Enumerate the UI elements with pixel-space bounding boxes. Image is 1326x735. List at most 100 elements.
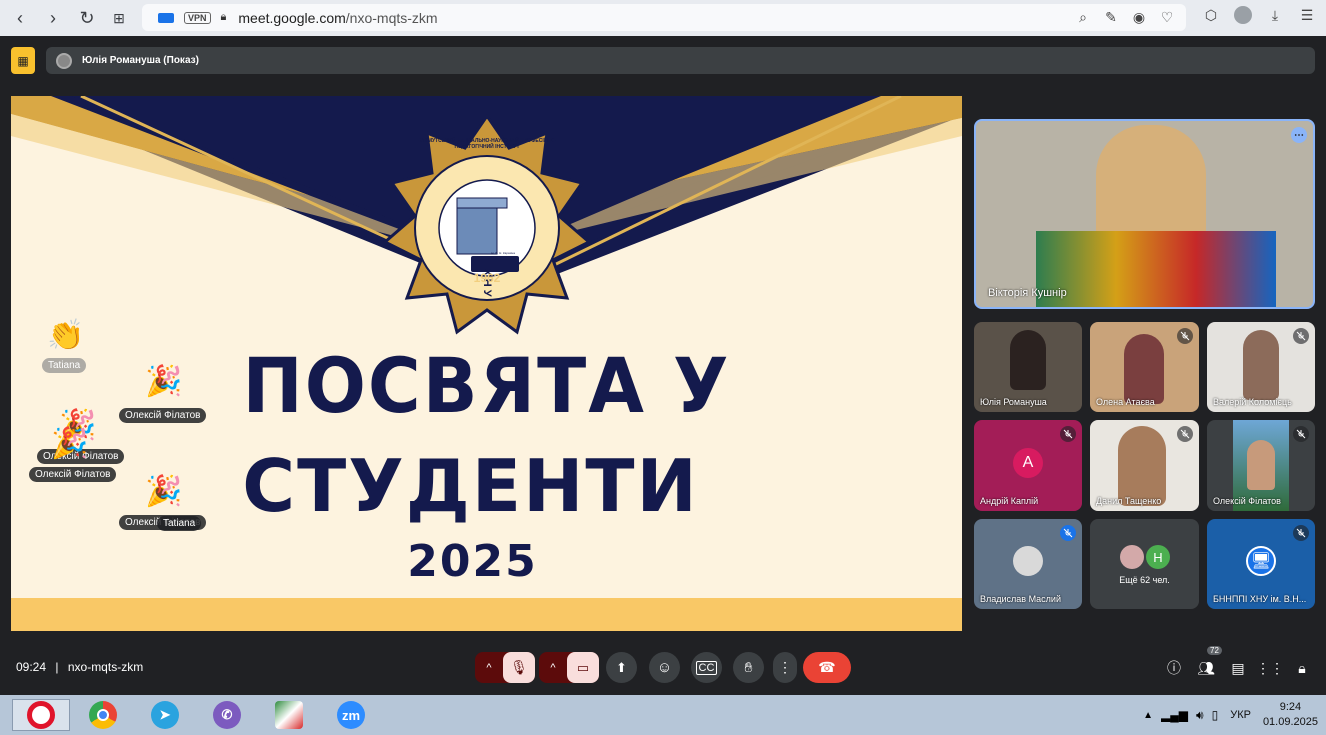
logo-sub: ім. В. Н. Каразіна — [491, 251, 515, 255]
reaction-emoji: 👏 — [47, 319, 85, 352]
lock-icon: 🔒︎ — [220, 11, 227, 23]
keyboard-language[interactable]: УКР — [1230, 709, 1251, 721]
meeting-code: nxo-mqts-zkm — [67, 660, 144, 674]
participant-tile[interactable]: Владислав Маслий — [974, 519, 1082, 609]
participant-tile[interactable]: 🖥︎ БННППІ ХНУ ім. В.Н... — [1207, 519, 1315, 609]
settings-icon[interactable]: ☰ — [1298, 6, 1316, 24]
captions-button[interactable]: CC — [691, 652, 722, 683]
presenter-bar: Юлія Романуша (Показ) — [46, 47, 1315, 74]
mic-off-icon — [1293, 328, 1309, 344]
opera-icon — [27, 701, 55, 729]
participant-tile[interactable]: Валерій Коломієць — [1207, 322, 1315, 412]
app-icon — [275, 701, 303, 729]
edit-icon[interactable]: ✎ — [1102, 8, 1120, 26]
more-options-icon[interactable]: ⋯ — [1291, 127, 1307, 143]
profile-icon[interactable] — [1234, 6, 1252, 24]
camera-options-chevron-icon[interactable]: ^ — [539, 662, 567, 674]
avatar: А — [1013, 447, 1043, 478]
reaction-emoji: 🎉 — [145, 475, 183, 508]
more-participants-label: Ещё 62 чел. — [1119, 575, 1170, 585]
heart-icon[interactable]: ♡ — [1158, 8, 1176, 26]
search-icon[interactable]: ⌕ — [1074, 8, 1092, 26]
slide-year: 2025 — [407, 536, 538, 587]
people-icon[interactable]: 👥︎ — [1197, 660, 1215, 676]
address-bar[interactable]: VPN 🔒︎ meet.google.com/nxo-mqts-zkm ⌕ ✎ … — [142, 4, 1186, 31]
chat-icon[interactable]: ▤ — [1229, 660, 1247, 676]
participant-tile-main[interactable]: ⋯ Вікторія Кушнір — [974, 119, 1315, 309]
mic-off-icon — [1177, 426, 1193, 442]
volume-icon[interactable]: 🔊︎ — [1196, 708, 1204, 723]
reaction-emoji: 🎉 — [51, 427, 89, 460]
url-text[interactable]: meet.google.com/nxo-mqts-zkm — [238, 10, 437, 26]
tabs-grid-icon[interactable]: ⊞ — [104, 3, 134, 33]
meeting-info: 09:24 | nxo-mqts-zkm — [16, 660, 143, 674]
reaction-emoji: 🎉 — [145, 365, 183, 398]
back-icon[interactable]: ‹ — [5, 3, 35, 33]
more-options-button[interactable]: ⋮ — [773, 652, 797, 683]
participant-tile[interactable]: Юлія Романуша — [974, 322, 1082, 412]
participant-name: БННППІ ХНУ ім. В.Н... — [1213, 594, 1307, 604]
participant-name: Данил Тащенко — [1096, 496, 1162, 506]
reactions-button[interactable]: ☺ — [649, 652, 680, 683]
phone-hangup-icon: ☎ — [818, 659, 836, 675]
avatar — [1120, 545, 1144, 569]
participant-name: Олексій Філатов — [1213, 496, 1281, 506]
download-icon[interactable]: ⤓ — [1266, 6, 1284, 24]
avatar — [1013, 546, 1043, 576]
taskbar-app[interactable] — [260, 699, 318, 731]
participant-tile[interactable]: Олена Атаєва — [1090, 322, 1199, 412]
mic-off-icon — [1060, 426, 1076, 442]
reaction-label: Олексій Філатов — [119, 408, 207, 423]
forward-icon[interactable]: › — [38, 3, 68, 33]
emoji-icon: ☺ — [656, 659, 673, 676]
presentation-icon[interactable]: ▦ — [11, 47, 35, 74]
presenter-label: Юлія Романуша (Показ) — [82, 55, 199, 66]
info-icon[interactable]: ⓘ — [1165, 660, 1183, 676]
meeting-time: 09:24 — [16, 660, 47, 674]
mic-off-icon — [1177, 328, 1193, 344]
url-path: /nxo-mqts-zkm — [345, 9, 438, 26]
url-host: meet.google.com — [238, 9, 346, 26]
taskbar-zoom[interactable]: zm — [322, 699, 380, 731]
captions-icon: CC — [695, 660, 718, 675]
participant-name: Олена Атаєва — [1096, 397, 1155, 407]
mic-off-icon — [1293, 525, 1309, 541]
mic-off-button[interactable]: 🎙︎ — [503, 652, 535, 683]
tray-expand-icon[interactable]: ▲ — [1143, 710, 1153, 721]
taskbar-telegram[interactable]: ➤ — [136, 699, 194, 731]
end-call-button[interactable]: ☎ — [803, 652, 851, 683]
hand-icon: ✋︎ — [744, 659, 753, 675]
viber-icon: ✆ — [213, 701, 241, 729]
taskbar-chrome[interactable] — [74, 699, 132, 731]
camera-control-group: ^ ▭ — [539, 652, 599, 683]
host-controls-icon[interactable]: 🔒︎ — [1293, 660, 1311, 676]
taskbar: ➤ ✆ zm ▲ ▂▄▆ 🔊︎ ▯ УКР 9:24 01.09.2025 — [0, 695, 1326, 735]
participant-tile[interactable]: Данил Тащенко — [1090, 420, 1199, 511]
chrome-icon — [89, 701, 117, 729]
participant-tile[interactable]: А Андрій Каплій — [974, 420, 1082, 511]
participant-name: Андрій Каплій — [980, 496, 1039, 506]
participant-name: Валерій Коломієць — [1213, 397, 1292, 407]
participant-tile[interactable]: Олексій Філатов — [1207, 420, 1315, 511]
more-participants-tile[interactable]: Н Ещё 62 чел. — [1090, 519, 1199, 609]
participant-name: Владислав Маслий — [980, 594, 1061, 604]
clock[interactable]: 9:24 01.09.2025 — [1263, 700, 1318, 730]
participant-name: Вікторія Кушнір — [988, 287, 1067, 299]
more-vert-icon: ⋮ — [778, 659, 792, 675]
raise-hand-button[interactable]: ✋︎ — [733, 652, 764, 683]
vpn-badge[interactable]: VPN — [184, 11, 211, 24]
battery-icon[interactable]: ▯ — [1212, 708, 1219, 722]
box-icon[interactable]: ⬡ — [1202, 6, 1220, 24]
screenshot-icon[interactable]: ◉ — [1130, 8, 1148, 26]
avatar: Н — [1146, 545, 1170, 569]
reaction-label: Tatiana — [42, 358, 87, 373]
taskbar-opera[interactable] — [12, 699, 70, 731]
reaction-label: Tatiana — [157, 516, 202, 531]
camera-off-button[interactable]: ▭ — [567, 652, 599, 683]
mic-options-chevron-icon[interactable]: ^ — [475, 662, 503, 674]
clock-date: 01.09.2025 — [1262, 716, 1318, 728]
activities-icon[interactable]: ⋮⋮ — [1256, 660, 1284, 676]
present-screen-button[interactable]: ⬆ — [606, 652, 637, 683]
taskbar-viber[interactable]: ✆ — [198, 699, 256, 731]
reload-icon[interactable]: ↻ — [72, 3, 102, 33]
